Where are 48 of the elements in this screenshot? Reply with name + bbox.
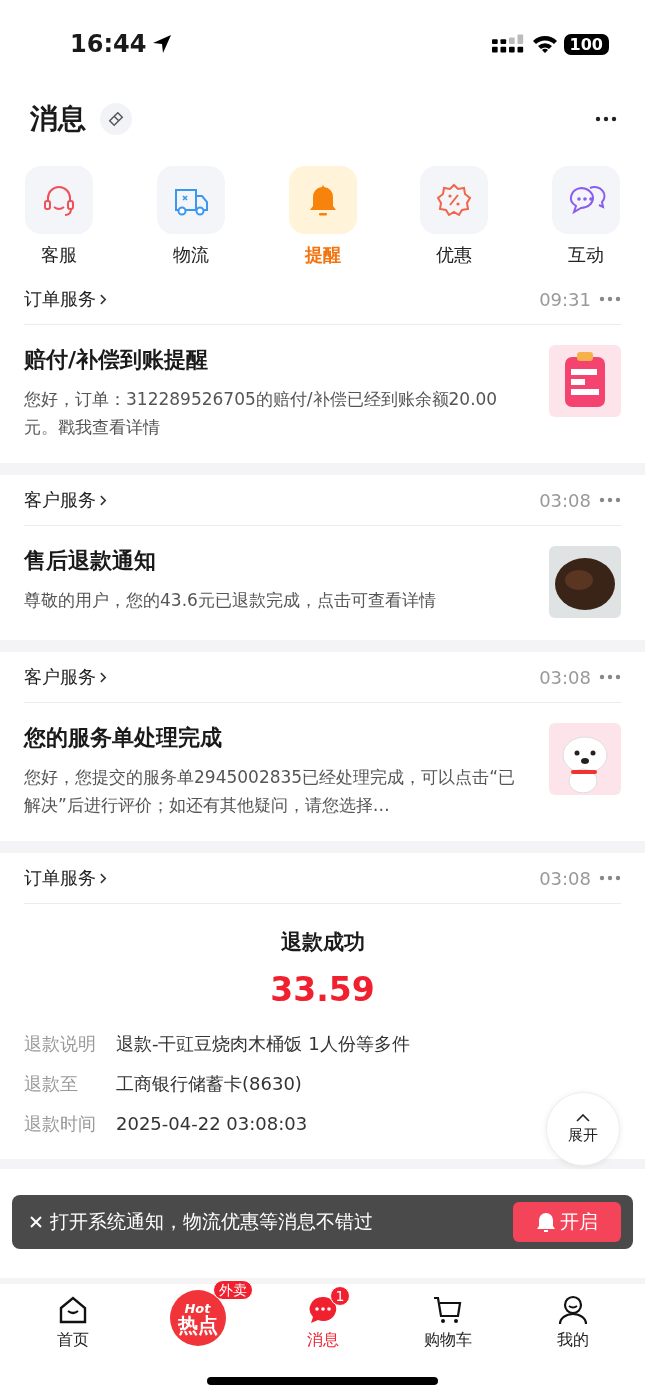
tab-bar-item[interactable]: 首页 bbox=[27, 1294, 118, 1398]
chevron-right-icon bbox=[100, 494, 107, 506]
message-time: 03:08 bbox=[539, 666, 591, 688]
clock-time: 16:44 bbox=[70, 30, 147, 58]
message-title: 售后退款通知 bbox=[24, 547, 157, 575]
food-photo-placeholder bbox=[549, 546, 621, 618]
message-time: 03:08 bbox=[539, 489, 591, 511]
message-title: 您的服务单处理完成 bbox=[24, 724, 223, 752]
tab-bar-item[interactable]: 购物车 bbox=[402, 1294, 493, 1398]
enable-notifications-button[interactable]: 开启 bbox=[513, 1202, 621, 1242]
message-body: 您好，您提交的服务单2945002835已经处理完成，可以点击“已解决”后进行评价；如还有其他疑问，请您选择… bbox=[24, 766, 516, 817]
clear-brush-button[interactable] bbox=[100, 103, 132, 135]
detail-label: 退款说明 bbox=[24, 1032, 97, 1056]
message-time: 03:08 bbox=[539, 867, 591, 889]
message-title: 赔付/补偿到账提醒 bbox=[24, 346, 210, 374]
person-icon bbox=[556, 1294, 589, 1326]
wifi-icon bbox=[531, 34, 558, 54]
detail-value: 工商银行储蓄卡(8630) bbox=[116, 1072, 302, 1096]
message-source-link[interactable]: 客户服务 bbox=[24, 665, 107, 689]
chevron-up-icon bbox=[576, 1113, 590, 1122]
shopping-cart-icon bbox=[431, 1294, 464, 1326]
signal-icon bbox=[491, 34, 526, 54]
detail-value: 退款-干豇豆烧肉木桶饭 1人份等多件 bbox=[116, 1032, 410, 1056]
message-source-link[interactable]: 订单服务 bbox=[24, 866, 107, 890]
chevron-right-icon bbox=[100, 671, 107, 683]
message-body: 尊敬的用户，您的43.6元已退款完成，点击可查看详情 bbox=[24, 589, 437, 612]
refund-amount: 33.59 bbox=[270, 970, 375, 1009]
detail-label: 退款至 bbox=[24, 1072, 79, 1096]
message-source-link[interactable]: 订单服务 bbox=[24, 287, 107, 311]
mascot-drawing bbox=[549, 723, 621, 795]
close-icon[interactable] bbox=[30, 1216, 42, 1228]
clipboard-drawing bbox=[549, 345, 621, 417]
chevron-right-icon bbox=[100, 293, 107, 305]
detail-label: 退款时间 bbox=[24, 1112, 97, 1136]
detail-value: 2025-04-22 03:08:03 bbox=[116, 1112, 308, 1136]
location-arrow-icon bbox=[152, 34, 173, 54]
page-title: 消息 bbox=[30, 101, 86, 137]
count-badge: 1 bbox=[329, 1286, 351, 1306]
refund-title: 退款成功 bbox=[280, 929, 365, 956]
more-icon[interactable] bbox=[595, 116, 617, 122]
chevron-right-icon bbox=[100, 872, 107, 884]
message-source-link[interactable]: 客户服务 bbox=[24, 488, 107, 512]
notification-prompt-text: 打开系统通知，物流优惠等消息不错过 bbox=[50, 1209, 374, 1234]
message-body: 您好，订单：312289526705的赔付/补偿已经到账余额20.00元。戳我查看详情 bbox=[24, 388, 499, 439]
message-time: 09:31 bbox=[539, 288, 591, 310]
tab-bar-item[interactable]: 我的 bbox=[527, 1294, 618, 1398]
bell-icon bbox=[536, 1212, 556, 1232]
battery-level: 100 bbox=[563, 33, 609, 55]
